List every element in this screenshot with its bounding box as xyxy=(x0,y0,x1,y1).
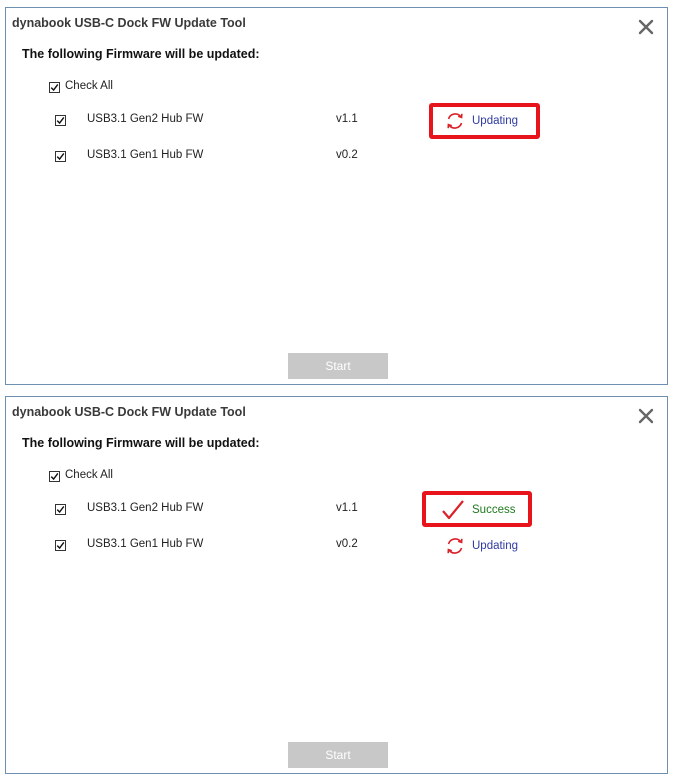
firmware-name-gen1: USB3.1 Gen1 Hub FW xyxy=(87,149,204,161)
check-all-label: Check All xyxy=(65,80,113,92)
firmware-status-gen1: Updating xyxy=(444,535,518,557)
firmware-checkbox-gen1[interactable] xyxy=(55,540,66,551)
firmware-status-gen2: Updating xyxy=(444,110,518,132)
firmware-heading: The following Firmware will be updated: xyxy=(22,436,260,450)
firmware-version-gen2: v1.1 xyxy=(336,502,358,514)
close-icon xyxy=(638,408,654,424)
checkmark-icon xyxy=(56,152,65,161)
close-button[interactable] xyxy=(636,17,656,37)
firmware-status-gen2: Success xyxy=(440,499,515,521)
close-button[interactable] xyxy=(636,406,656,426)
refresh-icon xyxy=(447,113,463,129)
status-text: Success xyxy=(472,504,516,516)
window-title: dynabook USB-C Dock FW Update Tool xyxy=(12,16,246,30)
status-text: Updating xyxy=(472,540,519,552)
checkmark-icon xyxy=(56,116,65,125)
checkmark-icon xyxy=(56,541,65,550)
start-button[interactable]: Start xyxy=(288,353,388,379)
firmware-version-gen2: v1.1 xyxy=(336,113,358,125)
firmware-checkbox-gen2[interactable] xyxy=(55,504,66,515)
check-all-checkbox[interactable] xyxy=(49,471,60,482)
firmware-name-gen1: USB3.1 Gen1 Hub FW xyxy=(87,538,204,550)
check-all-label: Check All xyxy=(65,469,113,481)
firmware-version-gen1: v0.2 xyxy=(336,149,358,161)
window-title: dynabook USB-C Dock FW Update Tool xyxy=(12,405,246,419)
firmware-heading: The following Firmware will be updated: xyxy=(22,47,260,61)
checkmark-icon xyxy=(56,505,65,514)
status-text: Updating xyxy=(472,115,519,127)
checkmark-icon xyxy=(50,472,59,481)
firmware-checkbox-gen2[interactable] xyxy=(55,115,66,126)
update-tool-window-2: dynabook USB-C Dock FW Update Tool The f… xyxy=(5,396,668,774)
checkmark-icon xyxy=(50,83,59,92)
firmware-name-gen2: USB3.1 Gen2 Hub FW xyxy=(87,113,204,125)
close-icon xyxy=(638,19,654,35)
firmware-name-gen2: USB3.1 Gen2 Hub FW xyxy=(87,502,204,514)
refresh-icon xyxy=(447,538,463,554)
success-checkmark-icon xyxy=(442,500,464,520)
update-tool-window-1: dynabook USB-C Dock FW Update Tool The f… xyxy=(5,7,668,385)
firmware-checkbox-gen1[interactable] xyxy=(55,151,66,162)
check-all-checkbox[interactable] xyxy=(49,82,60,93)
firmware-version-gen1: v0.2 xyxy=(336,538,358,550)
start-button[interactable]: Start xyxy=(288,742,388,768)
